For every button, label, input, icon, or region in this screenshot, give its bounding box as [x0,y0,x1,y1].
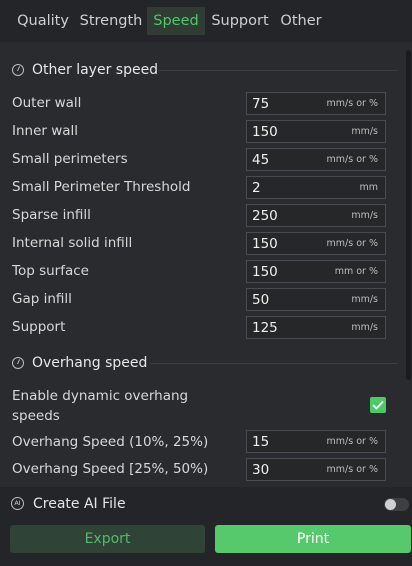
export-button[interactable]: Export [10,525,205,553]
field-value: 15 [252,433,270,450]
tab-bar: Quality Strength Speed Support Other [0,0,412,42]
label-overhang-speed-10-25: Overhang Speed (10%, 25%) [12,434,209,450]
field-value: 50 [252,291,270,308]
internal-solid-infill-input[interactable]: 150 mm/s or % [246,232,386,255]
section-title-overhang-speed: Overhang speed [12,352,147,374]
section-title-text: Overhang speed [32,355,148,371]
field-unit: mm/s or % [326,238,378,249]
tab-quality[interactable]: Quality [12,7,74,35]
dynamic-overhang-checkbox[interactable] [370,397,386,413]
label-support: Support [12,319,66,335]
label-outer-wall: Outer wall [12,95,82,111]
field-value: 250 [252,207,278,224]
label-gap-infill: Gap infill [12,291,72,307]
scrollbar-thumb[interactable] [406,50,411,380]
small-perimeters-input[interactable]: 45 mm/s or % [246,148,386,171]
field-value: 45 [252,151,270,168]
sparse-infill-input[interactable]: 250 mm/s [246,204,386,227]
field-value: 150 [252,123,278,140]
top-surface-input[interactable]: 150 mm or % [246,260,386,283]
inner-wall-input[interactable]: 150 mm/s [246,120,386,143]
field-unit: mm/s [351,294,378,305]
field-unit: mm [359,182,378,193]
field-unit: mm/s [351,210,378,221]
overhang-speed-10-25-input[interactable]: 15 mm/s or % [246,430,386,453]
field-value: 150 [252,263,278,280]
field-value: 30 [252,461,270,478]
section-divider [158,70,398,71]
section-title-text: Other layer speed [32,62,159,78]
field-unit: mm/s [351,322,378,333]
label-overhang-speed-25-50: Overhang Speed [25%, 50%) [12,461,209,477]
label-sparse-infill: Sparse infill [12,207,91,223]
small-perimeter-threshold-input[interactable]: 2 mm [246,176,386,199]
tab-speed[interactable]: Speed [147,7,205,35]
speed-gauge-icon [12,64,24,76]
field-unit: mm/s or % [326,436,378,447]
ai-icon: AI [11,497,24,510]
label-dynamic-overhang-line2: speeds [12,408,60,424]
section-title-other-layer-speed: Other layer speed [12,59,158,81]
speed-gauge-icon [12,357,24,369]
checkmark-icon [372,400,384,410]
create-ai-file-toggle[interactable] [384,498,409,511]
label-inner-wall: Inner wall [12,123,79,139]
gap-infill-input[interactable]: 50 mm/s [246,288,386,311]
tab-other[interactable]: Other [276,7,326,35]
field-value: 75 [252,95,270,112]
label-internal-solid-infill: Internal solid infill [12,235,133,251]
field-unit: mm/s [351,126,378,137]
field-unit: mm or % [334,266,378,277]
field-value: 125 [252,319,278,336]
field-value: 150 [252,235,278,252]
print-button[interactable]: Print [215,525,411,553]
label-top-surface: Top surface [12,263,89,279]
field-unit: mm/s or % [326,98,378,109]
support-speed-input[interactable]: 125 mm/s [246,316,386,339]
field-value: 2 [252,179,261,196]
field-unit: mm/s or % [326,464,378,475]
overhang-speed-25-50-input[interactable]: 30 mm/s or % [246,458,386,481]
outer-wall-input[interactable]: 75 mm/s or % [246,92,386,115]
label-small-perimeter-threshold: Small Perimeter Threshold [12,179,191,195]
tab-strength[interactable]: Strength [79,7,143,35]
tab-support[interactable]: Support [209,7,271,35]
section-divider [150,363,398,364]
label-small-perimeters: Small perimeters [12,151,128,167]
create-ai-file-label: Create AI File [33,496,126,512]
toggle-knob [385,499,396,510]
field-unit: mm/s or % [326,154,378,165]
